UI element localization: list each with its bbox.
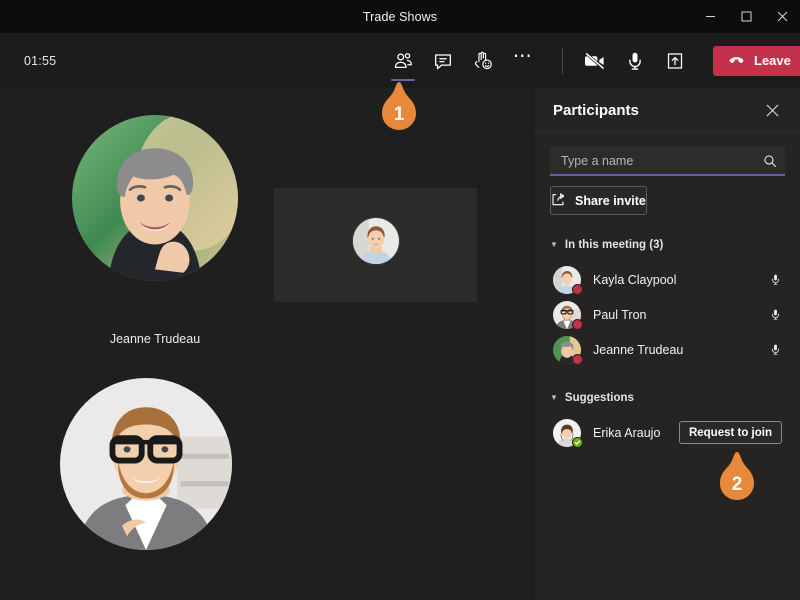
share-screen-button[interactable] (655, 40, 695, 82)
avatar (553, 265, 583, 295)
section-header-suggestions[interactable]: ▼ Suggestions (535, 387, 800, 409)
chat-toolbar-button[interactable] (423, 40, 463, 82)
avatar (553, 418, 583, 448)
toolbar-center-group: ⋯ (383, 33, 543, 88)
participant-name: Paul Tron (593, 307, 647, 322)
callout-number: 2 (731, 474, 743, 495)
participant-list-suggestions: Erika Araujo Request to join (535, 415, 800, 450)
participant-search[interactable] (550, 147, 785, 176)
presence-badge-busy (572, 353, 583, 365)
avatar (553, 335, 583, 365)
search-icon (763, 154, 777, 168)
chevron-down-icon: ▼ (550, 393, 558, 402)
reactions-toolbar-button[interactable] (463, 40, 503, 82)
camera-toggle-button[interactable] (575, 40, 615, 82)
window-controls (692, 0, 800, 33)
video-tile-paul-tron[interactable]: Paul Tron (10, 378, 280, 600)
participant-name: Erika Araujo (593, 425, 661, 440)
section-header-in-this-meeting[interactable]: ▼ In this meeting (3) (535, 234, 800, 256)
check-icon (574, 439, 581, 445)
search-input[interactable] (561, 153, 763, 168)
close-button[interactable] (764, 0, 800, 33)
presence-badge-busy (572, 318, 583, 330)
share-invite-button[interactable]: Share invite (550, 186, 647, 215)
presence-badge-available (572, 436, 583, 448)
microphone-icon[interactable] (769, 342, 782, 357)
request-to-join-button[interactable]: Request to join (678, 421, 782, 444)
chevron-down-icon: ▼ (550, 240, 558, 249)
toolbar-divider (562, 47, 563, 74)
ellipsis-icon: ⋯ (512, 46, 534, 67)
maximize-button[interactable] (728, 0, 764, 33)
section-label: In this meeting (3) (564, 239, 664, 251)
participants-toolbar-button[interactable] (383, 40, 423, 82)
toolbar-right-group: Leave (548, 40, 800, 82)
window-title: Trade Shows (362, 9, 438, 24)
teams-meeting-window: Trade Shows 01:55 ⋯ Leave Jeanne Trudeau… (0, 0, 800, 600)
callout-marker-1: 1 (376, 82, 422, 140)
participant-name: Jeanne Trudeau (593, 342, 684, 357)
panel-header: Participants (535, 88, 800, 133)
microphone-icon[interactable] (769, 307, 782, 322)
participant-row[interactable]: Paul Tron (535, 297, 800, 332)
callout-marker-2: 2 (714, 452, 760, 510)
close-icon (766, 104, 778, 116)
microphone-icon[interactable] (769, 272, 782, 287)
callout-number: 1 (393, 104, 405, 125)
microphone-toggle-button[interactable] (615, 40, 655, 82)
hang-up-icon (729, 57, 744, 63)
participant-row[interactable]: Kayla Claypool (535, 262, 800, 297)
close-panel-button[interactable] (760, 98, 784, 122)
video-tile-kayla-claypool[interactable] (274, 188, 477, 302)
microphone-icon (629, 52, 641, 70)
avatar (352, 217, 400, 265)
participant-row[interactable]: Jeanne Trudeau (535, 332, 800, 367)
participants-panel: Participants Type a name Share invite ▼ … (535, 88, 800, 600)
panel-title: Participants (553, 101, 639, 119)
leave-button[interactable]: Leave (713, 45, 800, 76)
meeting-timer: 01:55 (24, 53, 57, 68)
section-label: Suggestions (564, 392, 634, 404)
avatar (60, 378, 232, 550)
share-invite-label: Share invite (575, 193, 646, 208)
participant-list-in-this-meeting: Kayla Claypool Paul Tron Jeanne Trudeau (535, 262, 800, 367)
presence-badge-busy (572, 283, 583, 295)
avatar (72, 115, 238, 281)
title-bar: Trade Shows (0, 0, 800, 33)
participant-name: Kayla Claypool (593, 272, 677, 287)
share-screen-icon (667, 52, 683, 69)
more-actions-toolbar-button[interactable]: ⋯ (503, 40, 543, 82)
participant-row[interactable]: Erika Araujo Request to join (535, 415, 800, 450)
share-invite-icon (551, 192, 566, 210)
video-tile-label: Jeanne Trudeau (109, 332, 201, 346)
minimize-button[interactable] (692, 0, 728, 33)
video-stage: Jeanne Trudeau (0, 88, 535, 600)
meeting-toolbar: 01:55 ⋯ Leave (0, 33, 800, 88)
avatar (553, 300, 583, 330)
leave-button-label: Leave (754, 53, 791, 68)
video-tile-jeanne-trudeau[interactable]: Jeanne Trudeau (20, 100, 290, 360)
